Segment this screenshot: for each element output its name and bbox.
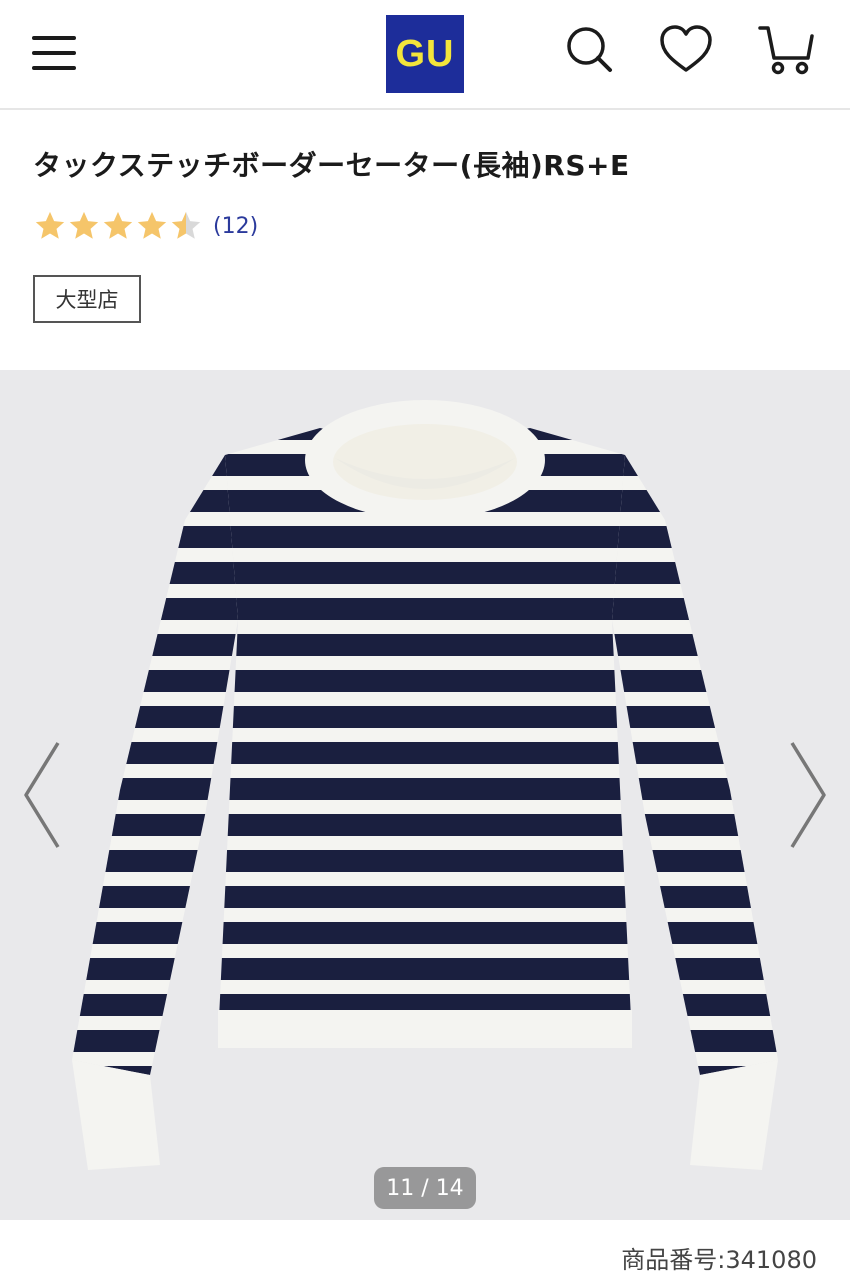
review-count-link[interactable]: (12) bbox=[213, 214, 258, 239]
product-number-label: 商品番号: bbox=[621, 1246, 726, 1274]
half-star-icon bbox=[171, 211, 201, 239]
star-icon bbox=[103, 211, 133, 239]
gu-logo[interactable]: GU bbox=[386, 15, 464, 93]
image-counter: 11 / 14 bbox=[374, 1167, 476, 1209]
product-number: 商品番号:341080 bbox=[621, 1240, 817, 1275]
product-image bbox=[72, 400, 778, 1170]
rating-stars bbox=[33, 209, 203, 243]
star-icon bbox=[137, 211, 167, 239]
menu-icon[interactable] bbox=[30, 30, 80, 76]
logo-text: GU bbox=[395, 32, 455, 75]
heart-icon[interactable] bbox=[658, 22, 714, 78]
store-tag: 大型店 bbox=[33, 275, 141, 323]
star-icon bbox=[69, 211, 99, 239]
search-icon[interactable] bbox=[560, 22, 616, 78]
product-number-value: 341080 bbox=[725, 1246, 817, 1274]
cart-icon[interactable] bbox=[758, 22, 814, 78]
rating: (12) bbox=[33, 206, 258, 246]
next-image-arrow[interactable] bbox=[776, 735, 836, 855]
prev-image-arrow[interactable] bbox=[14, 735, 74, 855]
site-header: GU bbox=[0, 0, 850, 110]
star-icon bbox=[35, 211, 65, 239]
product-image-gallery[interactable]: 11 / 14 bbox=[0, 370, 850, 1220]
product-title: タックステッチボーダーセーター(長袖)RS+E bbox=[33, 149, 630, 182]
